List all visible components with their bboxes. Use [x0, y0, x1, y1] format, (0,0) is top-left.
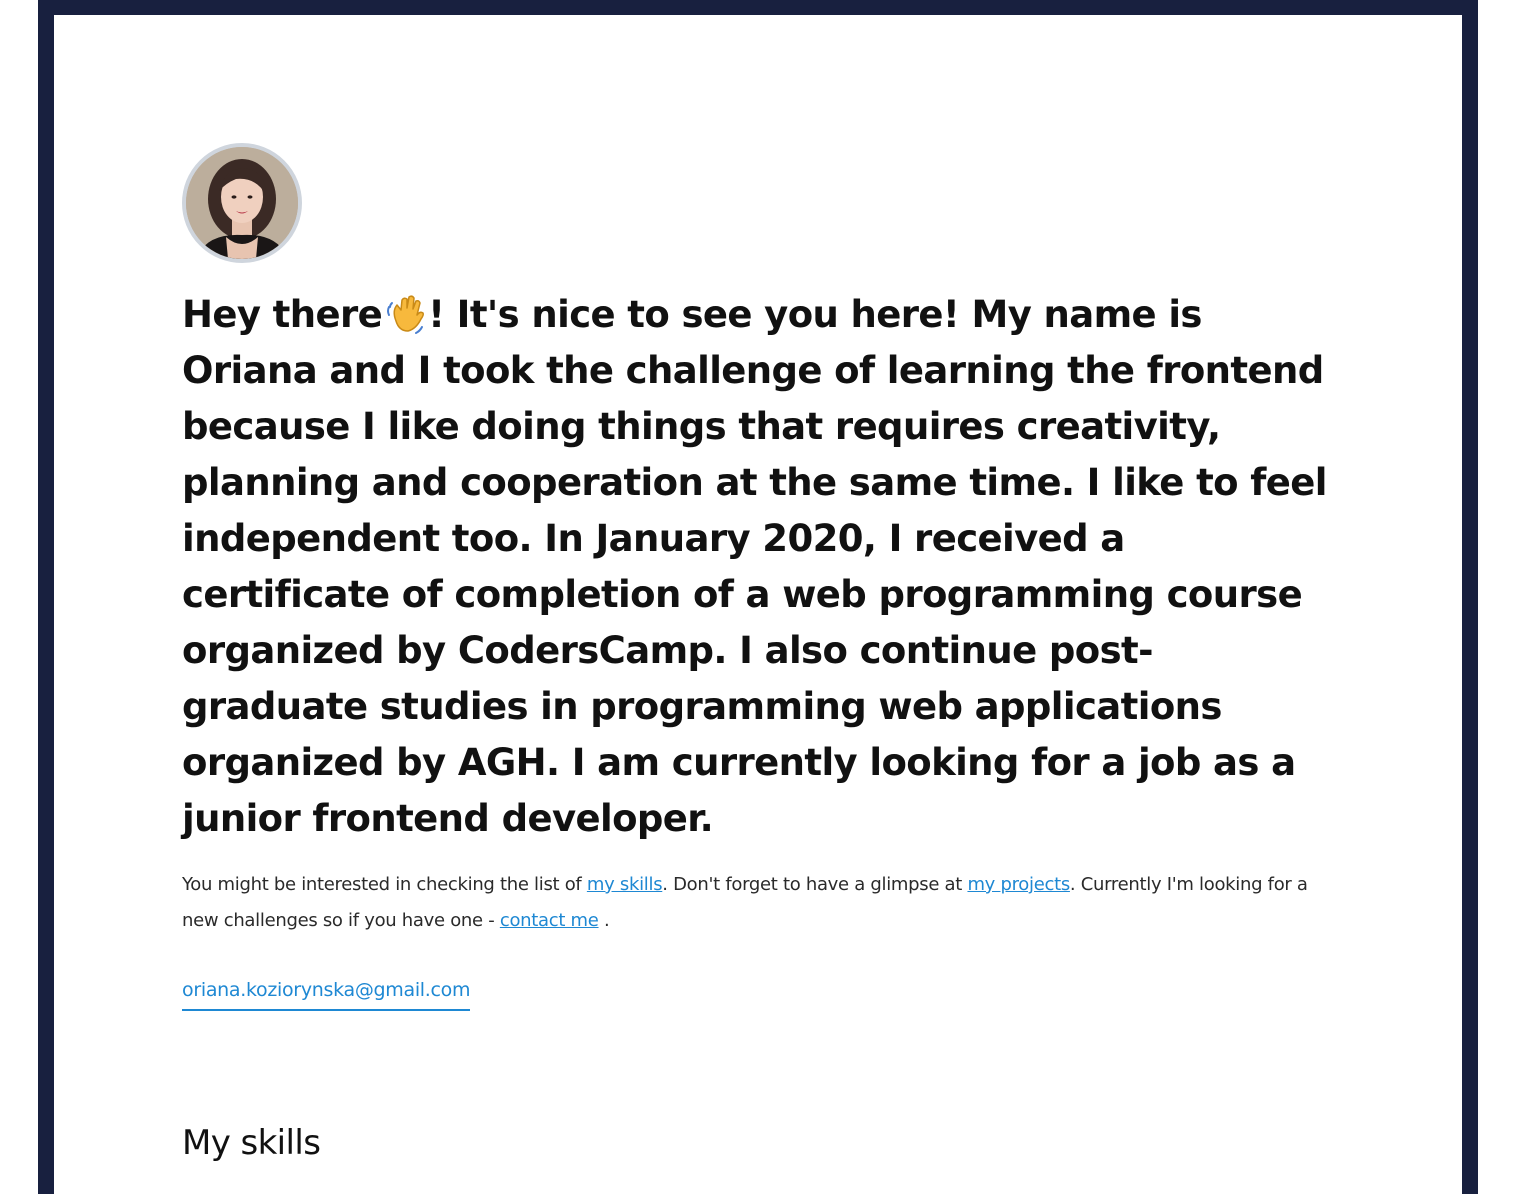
about-section: Hey there! It's nice to see you here! My… [182, 143, 1332, 1163]
my-skills-link[interactable]: my skills [587, 874, 663, 895]
page-frame: Hey there! It's nice to see you here! My… [38, 0, 1478, 1194]
avatar [182, 143, 302, 263]
blurb-text-2: . Don't forget to have a glimpse at [662, 874, 968, 895]
skills-heading: My skills [182, 1123, 321, 1163]
contact-me-link[interactable]: contact me [500, 910, 599, 931]
my-projects-link[interactable]: my projects [967, 874, 1070, 895]
email-link[interactable]: oriana.koziorynska@gmail.com [182, 979, 471, 1011]
waving-hand-icon [384, 291, 428, 335]
content-card: Hey there! It's nice to see you here! My… [54, 15, 1462, 1194]
intro-body: ! It's nice to see you here! My name is … [182, 293, 1327, 840]
intro-blurb: You might be interested in checking the … [182, 867, 1332, 939]
blurb-text-1: You might be interested in checking the … [182, 874, 587, 895]
intro-greeting: Hey there [182, 293, 383, 336]
intro-text: Hey there! It's nice to see you here! My… [182, 287, 1332, 847]
blurb-text-4: . [598, 910, 610, 931]
avatar-photo [186, 147, 298, 259]
